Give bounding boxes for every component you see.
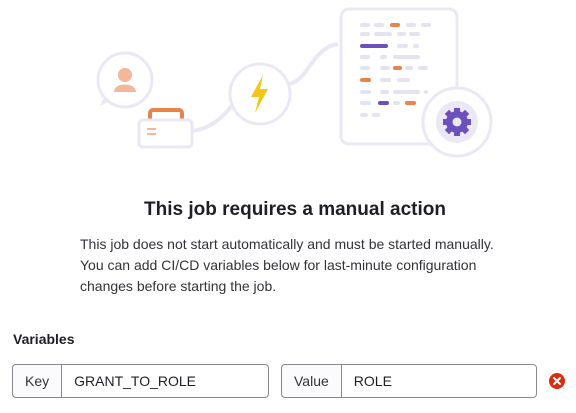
value-label: Value bbox=[281, 364, 341, 398]
manual-job-illustration bbox=[96, 7, 493, 158]
variable-value-input[interactable] bbox=[340, 364, 537, 398]
briefcase-icon bbox=[137, 108, 194, 149]
variables-heading: Variables bbox=[13, 331, 75, 347]
job-description: This job does not start automatically an… bbox=[80, 236, 494, 294]
remove-variable-button[interactable] bbox=[549, 373, 565, 389]
variable-key-input[interactable] bbox=[61, 364, 269, 398]
user-icon bbox=[96, 51, 154, 109]
gear-icon bbox=[421, 86, 493, 158]
lightning-icon bbox=[228, 62, 292, 126]
variable-key-group: Key bbox=[12, 364, 269, 398]
variable-value-group: Value bbox=[281, 364, 537, 398]
remove-variable-icon bbox=[549, 373, 565, 389]
page-title: This job requires a manual action bbox=[144, 199, 446, 220]
key-label: Key bbox=[12, 364, 62, 398]
